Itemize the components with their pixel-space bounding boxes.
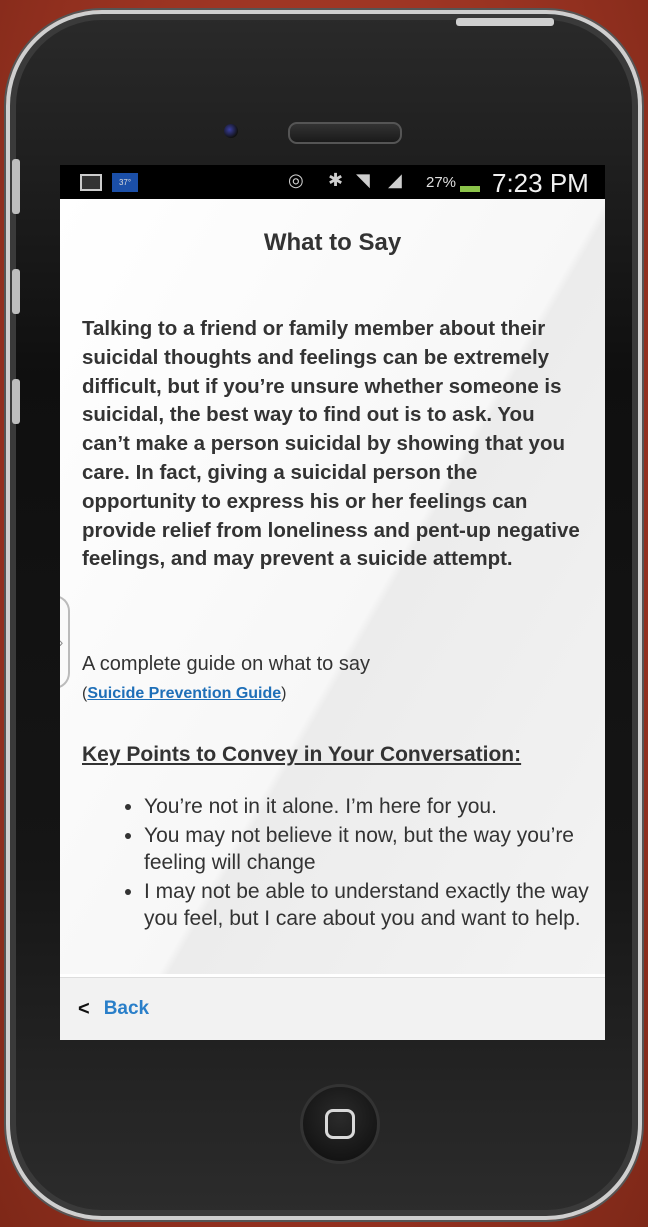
bluetooth-icon: ✱ (328, 170, 344, 190)
weather-icon: 37° (112, 173, 138, 192)
wifi-icon: ◥ (356, 170, 370, 190)
key-points-list: You’re not in it alone. I’m here for you… (100, 793, 605, 934)
list-item: You may not believe it now, but the way … (144, 822, 605, 876)
list-item: I may not be able to understand exactly … (144, 878, 605, 932)
drawer-handle[interactable]: › (60, 595, 70, 689)
volume-down-button (12, 379, 20, 424)
mute-switch (12, 159, 20, 214)
eye-icon: ◎ (288, 170, 304, 190)
guide-text: A complete guide on what to say (82, 653, 370, 675)
intro-paragraph: Talking to a friend or family member abo… (82, 317, 580, 571)
page-title: What to Say (263, 229, 402, 256)
power-button (456, 18, 554, 26)
battery-icon (460, 186, 480, 192)
key-points-heading: Key Points to Convey in Your Conversatio… (82, 743, 522, 766)
front-camera (224, 124, 238, 138)
back-label: Back (103, 998, 150, 1019)
volume-up-button (12, 269, 20, 314)
guide-section: A complete guide on what to say (Suicide… (82, 650, 582, 708)
chevron-right-icon: › (60, 634, 63, 650)
chevron-left-icon: < (78, 997, 90, 1020)
signal-icon: ◢ (388, 170, 402, 190)
home-square-icon (325, 1109, 355, 1139)
status-bar: 37° ◎ ✱ ◥ ◢ 27% 7:23 PM (60, 165, 605, 199)
status-time: 7:23 PM (492, 168, 589, 198)
guide-link-close-paren: ) (281, 685, 287, 702)
list-item: You’re not in it alone. I’m here for you… (144, 793, 605, 820)
home-button[interactable] (300, 1084, 380, 1164)
battery-percent: 27% (426, 174, 457, 191)
footer-bar: < Back (60, 977, 605, 1040)
earpiece-speaker (288, 122, 402, 144)
app-screen: 37° ◎ ✱ ◥ ◢ 27% 7:23 PM › What to Say Ta… (60, 165, 605, 1040)
image-icon (80, 174, 102, 191)
suicide-prevention-guide-link[interactable]: Suicide Prevention Guide (87, 685, 281, 702)
back-button[interactable]: < Back (70, 992, 157, 1026)
